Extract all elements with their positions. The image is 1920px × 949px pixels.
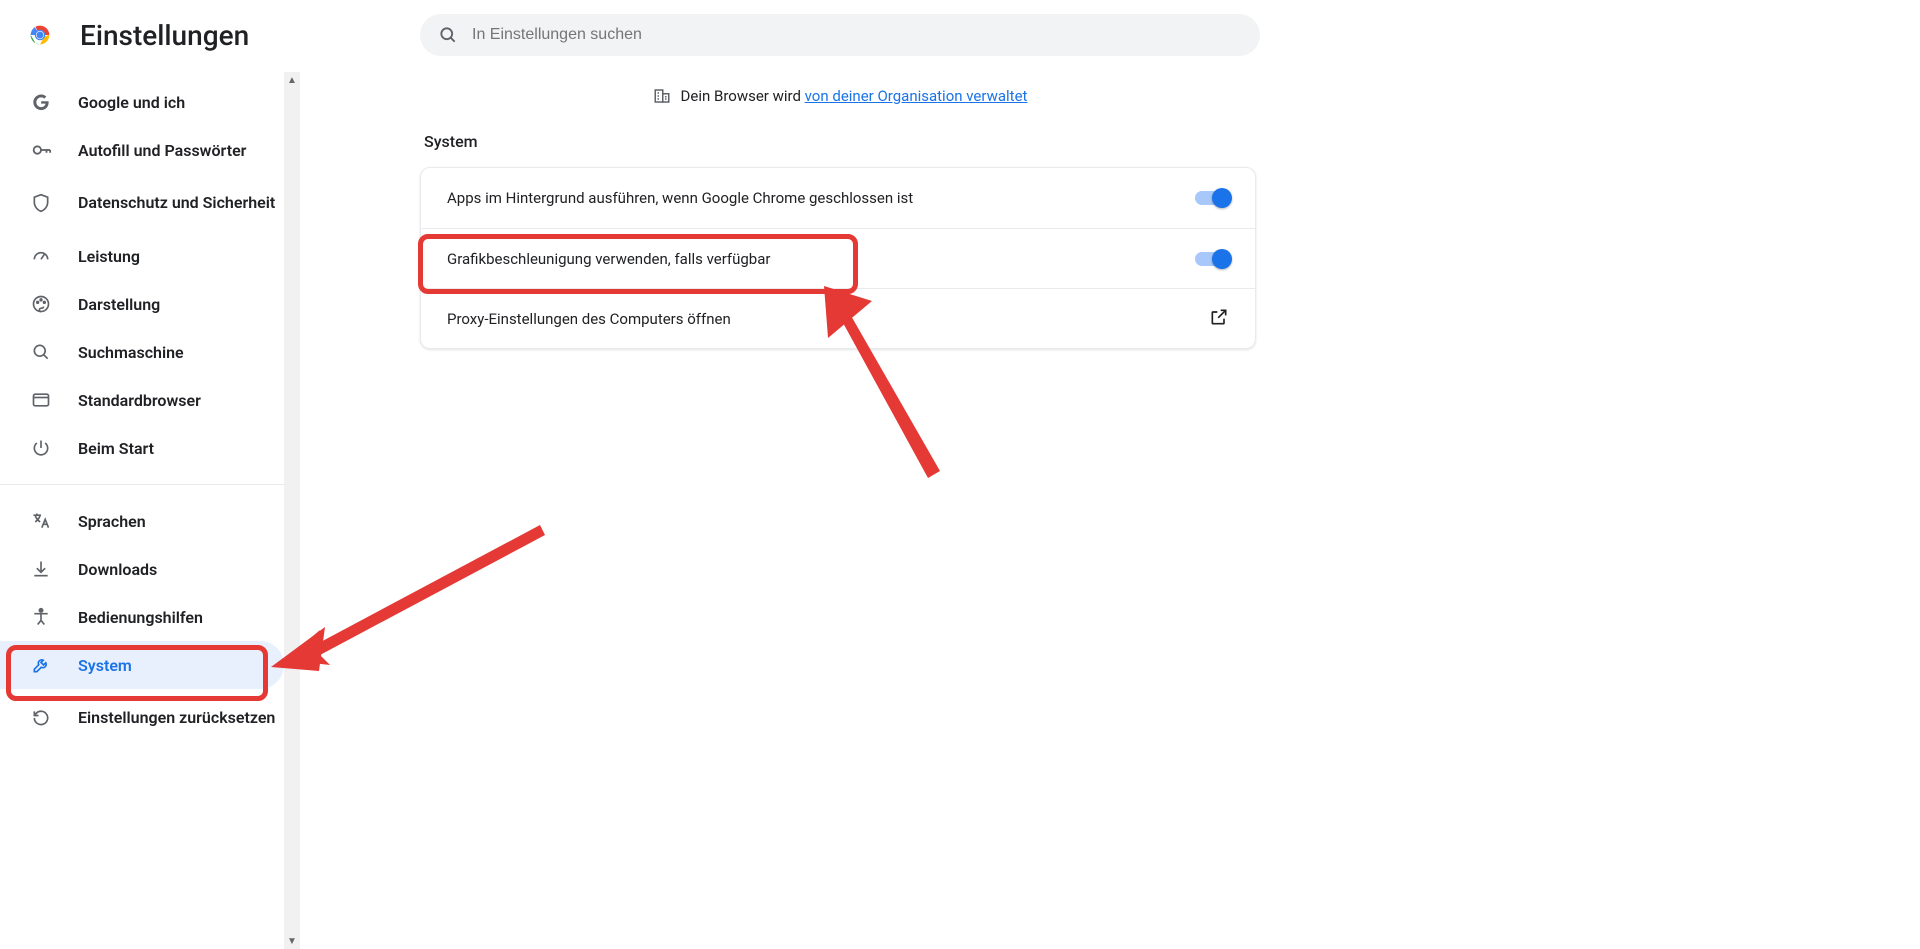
power-icon [30, 437, 52, 459]
browser-icon [30, 389, 52, 411]
org-managed-link[interactable]: von deiner Organisation verwaltet [805, 87, 1028, 105]
key-icon [30, 139, 52, 161]
sidebar-item-label: System [78, 656, 132, 675]
translate-icon [30, 510, 52, 532]
download-icon [30, 558, 52, 580]
sidebar-item-appearance[interactable]: Darstellung [0, 280, 284, 328]
sidebar-item-label: Sprachen [78, 512, 146, 531]
search-input[interactable] [472, 26, 1242, 44]
sidebar-item-label: Bedienungshilfen [78, 608, 203, 627]
sidebar-item-label: Beim Start [78, 439, 154, 458]
sidebar-item-label: Darstellung [78, 295, 160, 314]
sidebar: Google und ich Autofill und Passwörter D… [0, 72, 300, 949]
palette-icon [30, 293, 52, 315]
row-hardware-acceleration[interactable]: Grafikbeschleunigung verwenden, falls ve… [421, 228, 1255, 288]
search-icon [30, 341, 52, 363]
sidebar-item-privacy[interactable]: Datenschutz und Sicherheit [0, 174, 284, 232]
building-icon [653, 87, 671, 105]
content-area: Dein Browser wird von deiner Organisatio… [300, 72, 1920, 949]
sidebar-item-languages[interactable]: Sprachen [0, 497, 284, 545]
sidebar-item-performance[interactable]: Leistung [0, 232, 284, 280]
row-label: Grafikbeschleunigung verwenden, falls ve… [447, 250, 770, 268]
org-managed-banner: Dein Browser wird von deiner Organisatio… [420, 72, 1260, 120]
search-icon [438, 25, 458, 45]
shield-icon [30, 192, 52, 214]
page-title: Einstellungen [80, 19, 249, 52]
toggle-background-apps[interactable] [1195, 191, 1229, 205]
scroll-down-icon[interactable]: ▼ [284, 933, 300, 949]
sidebar-item-search-engine[interactable]: Suchmaschine [0, 328, 284, 376]
sidebar-item-label: Autofill und Passwörter [78, 141, 246, 160]
toggle-hardware-acceleration[interactable] [1195, 252, 1229, 266]
sidebar-item-autofill[interactable]: Autofill und Passwörter [0, 126, 284, 174]
sidebar-item-google[interactable]: Google und ich [0, 78, 284, 126]
sidebar-item-on-startup[interactable]: Beim Start [0, 424, 284, 472]
header: Einstellungen [0, 0, 1920, 70]
row-label: Apps im Hintergrund ausführen, wenn Goog… [447, 189, 913, 207]
sidebar-item-default-browser[interactable]: Standardbrowser [0, 376, 284, 424]
sidebar-item-label: Suchmaschine [78, 343, 184, 362]
row-label: Proxy-Einstellungen des Computers öffnen [447, 310, 731, 328]
accessibility-icon [30, 606, 52, 628]
google-g-icon [30, 91, 52, 113]
sidebar-item-label: Google und ich [78, 93, 185, 112]
wrench-icon [30, 654, 52, 676]
sidebar-item-label: Standardbrowser [78, 391, 201, 410]
sidebar-scrollbar[interactable]: ▲ ▼ [284, 72, 300, 949]
sidebar-item-label: Einstellungen zurücksetzen [78, 708, 275, 728]
sidebar-item-label: Downloads [78, 560, 157, 579]
open-external-icon [1209, 307, 1229, 331]
sidebar-divider [0, 484, 284, 485]
row-background-apps[interactable]: Apps im Hintergrund ausführen, wenn Goog… [421, 168, 1255, 228]
chrome-logo-icon [26, 21, 54, 49]
speedometer-icon [30, 245, 52, 267]
sidebar-item-system[interactable]: System [0, 641, 284, 689]
sidebar-item-label: Datenschutz und Sicherheit [78, 193, 275, 213]
org-banner-text: Dein Browser wird [681, 87, 805, 105]
sidebar-item-reset[interactable]: Einstellungen zurücksetzen [0, 689, 284, 747]
search-box[interactable] [420, 14, 1260, 56]
scroll-up-icon[interactable]: ▲ [284, 72, 300, 88]
sidebar-item-downloads[interactable]: Downloads [0, 545, 284, 593]
reset-icon [30, 707, 52, 729]
row-proxy-settings[interactable]: Proxy-Einstellungen des Computers öffnen [421, 288, 1255, 348]
sidebar-item-accessibility[interactable]: Bedienungshilfen [0, 593, 284, 641]
section-title: System [424, 132, 1264, 151]
system-settings-card: Apps im Hintergrund ausführen, wenn Goog… [420, 167, 1256, 349]
sidebar-item-label: Leistung [78, 247, 140, 266]
